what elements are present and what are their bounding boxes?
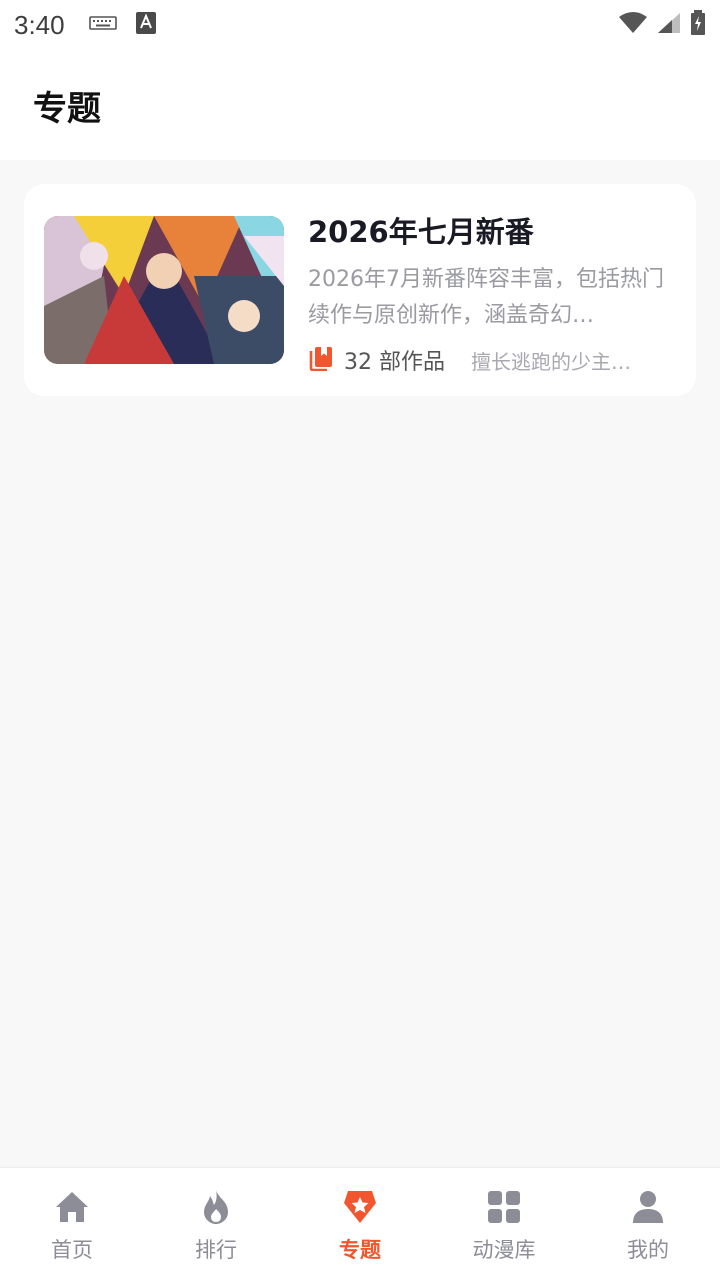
nav-ranking[interactable]: 排行 (144, 1168, 288, 1280)
topic-list: 2026年七月新番 2026年7月新番阵容丰富，包括热门续作与原创新作，涵盖奇幻… (0, 160, 720, 1167)
wifi-icon (618, 11, 648, 39)
keyboard-icon (88, 14, 117, 36)
home-icon (53, 1188, 91, 1226)
collection-icon (308, 345, 334, 375)
nav-library[interactable]: 动漫库 (432, 1168, 576, 1280)
nav-topics[interactable]: 专题 (288, 1168, 432, 1280)
topic-card[interactable]: 2026年七月新番 2026年7月新番阵容丰富，包括热门续作与原创新作，涵盖奇幻… (24, 184, 696, 396)
topic-preview: 擅长逃跑的少主… (471, 349, 631, 374)
header: 专题 (0, 50, 720, 160)
status-time: 3:40 (14, 9, 65, 40)
person-icon (629, 1188, 667, 1226)
text-input-icon (135, 11, 157, 39)
bottom-nav: 首页 排行 专题 动漫库 我的 (0, 1167, 720, 1280)
nav-profile[interactable]: 我的 (576, 1168, 720, 1280)
topic-description: 2026年7月新番阵容丰富，包括热门续作与原创新作，涵盖奇幻… (308, 267, 664, 328)
topic-meta: 32 部作品 擅长逃跑的少主… (308, 342, 678, 378)
fire-icon (197, 1188, 235, 1226)
nav-home-label: 首页 (51, 1238, 93, 1262)
status-bar: 3:40 (0, 0, 720, 50)
topic-cover-image (44, 216, 284, 364)
topic-count: 32 部作品 (344, 350, 445, 375)
star-badge-icon (341, 1188, 379, 1226)
topic-title: 2026年七月新番 (308, 215, 534, 249)
battery-icon (690, 10, 706, 40)
signal-icon (656, 11, 682, 39)
grid-icon (485, 1188, 523, 1226)
nav-profile-label: 我的 (627, 1238, 669, 1262)
nav-library-label: 动漫库 (472, 1238, 536, 1262)
nav-topics-label: 专题 (339, 1238, 381, 1262)
nav-home[interactable]: 首页 (0, 1168, 144, 1280)
page-title: 专题 (33, 88, 101, 129)
nav-ranking-label: 排行 (195, 1238, 237, 1262)
